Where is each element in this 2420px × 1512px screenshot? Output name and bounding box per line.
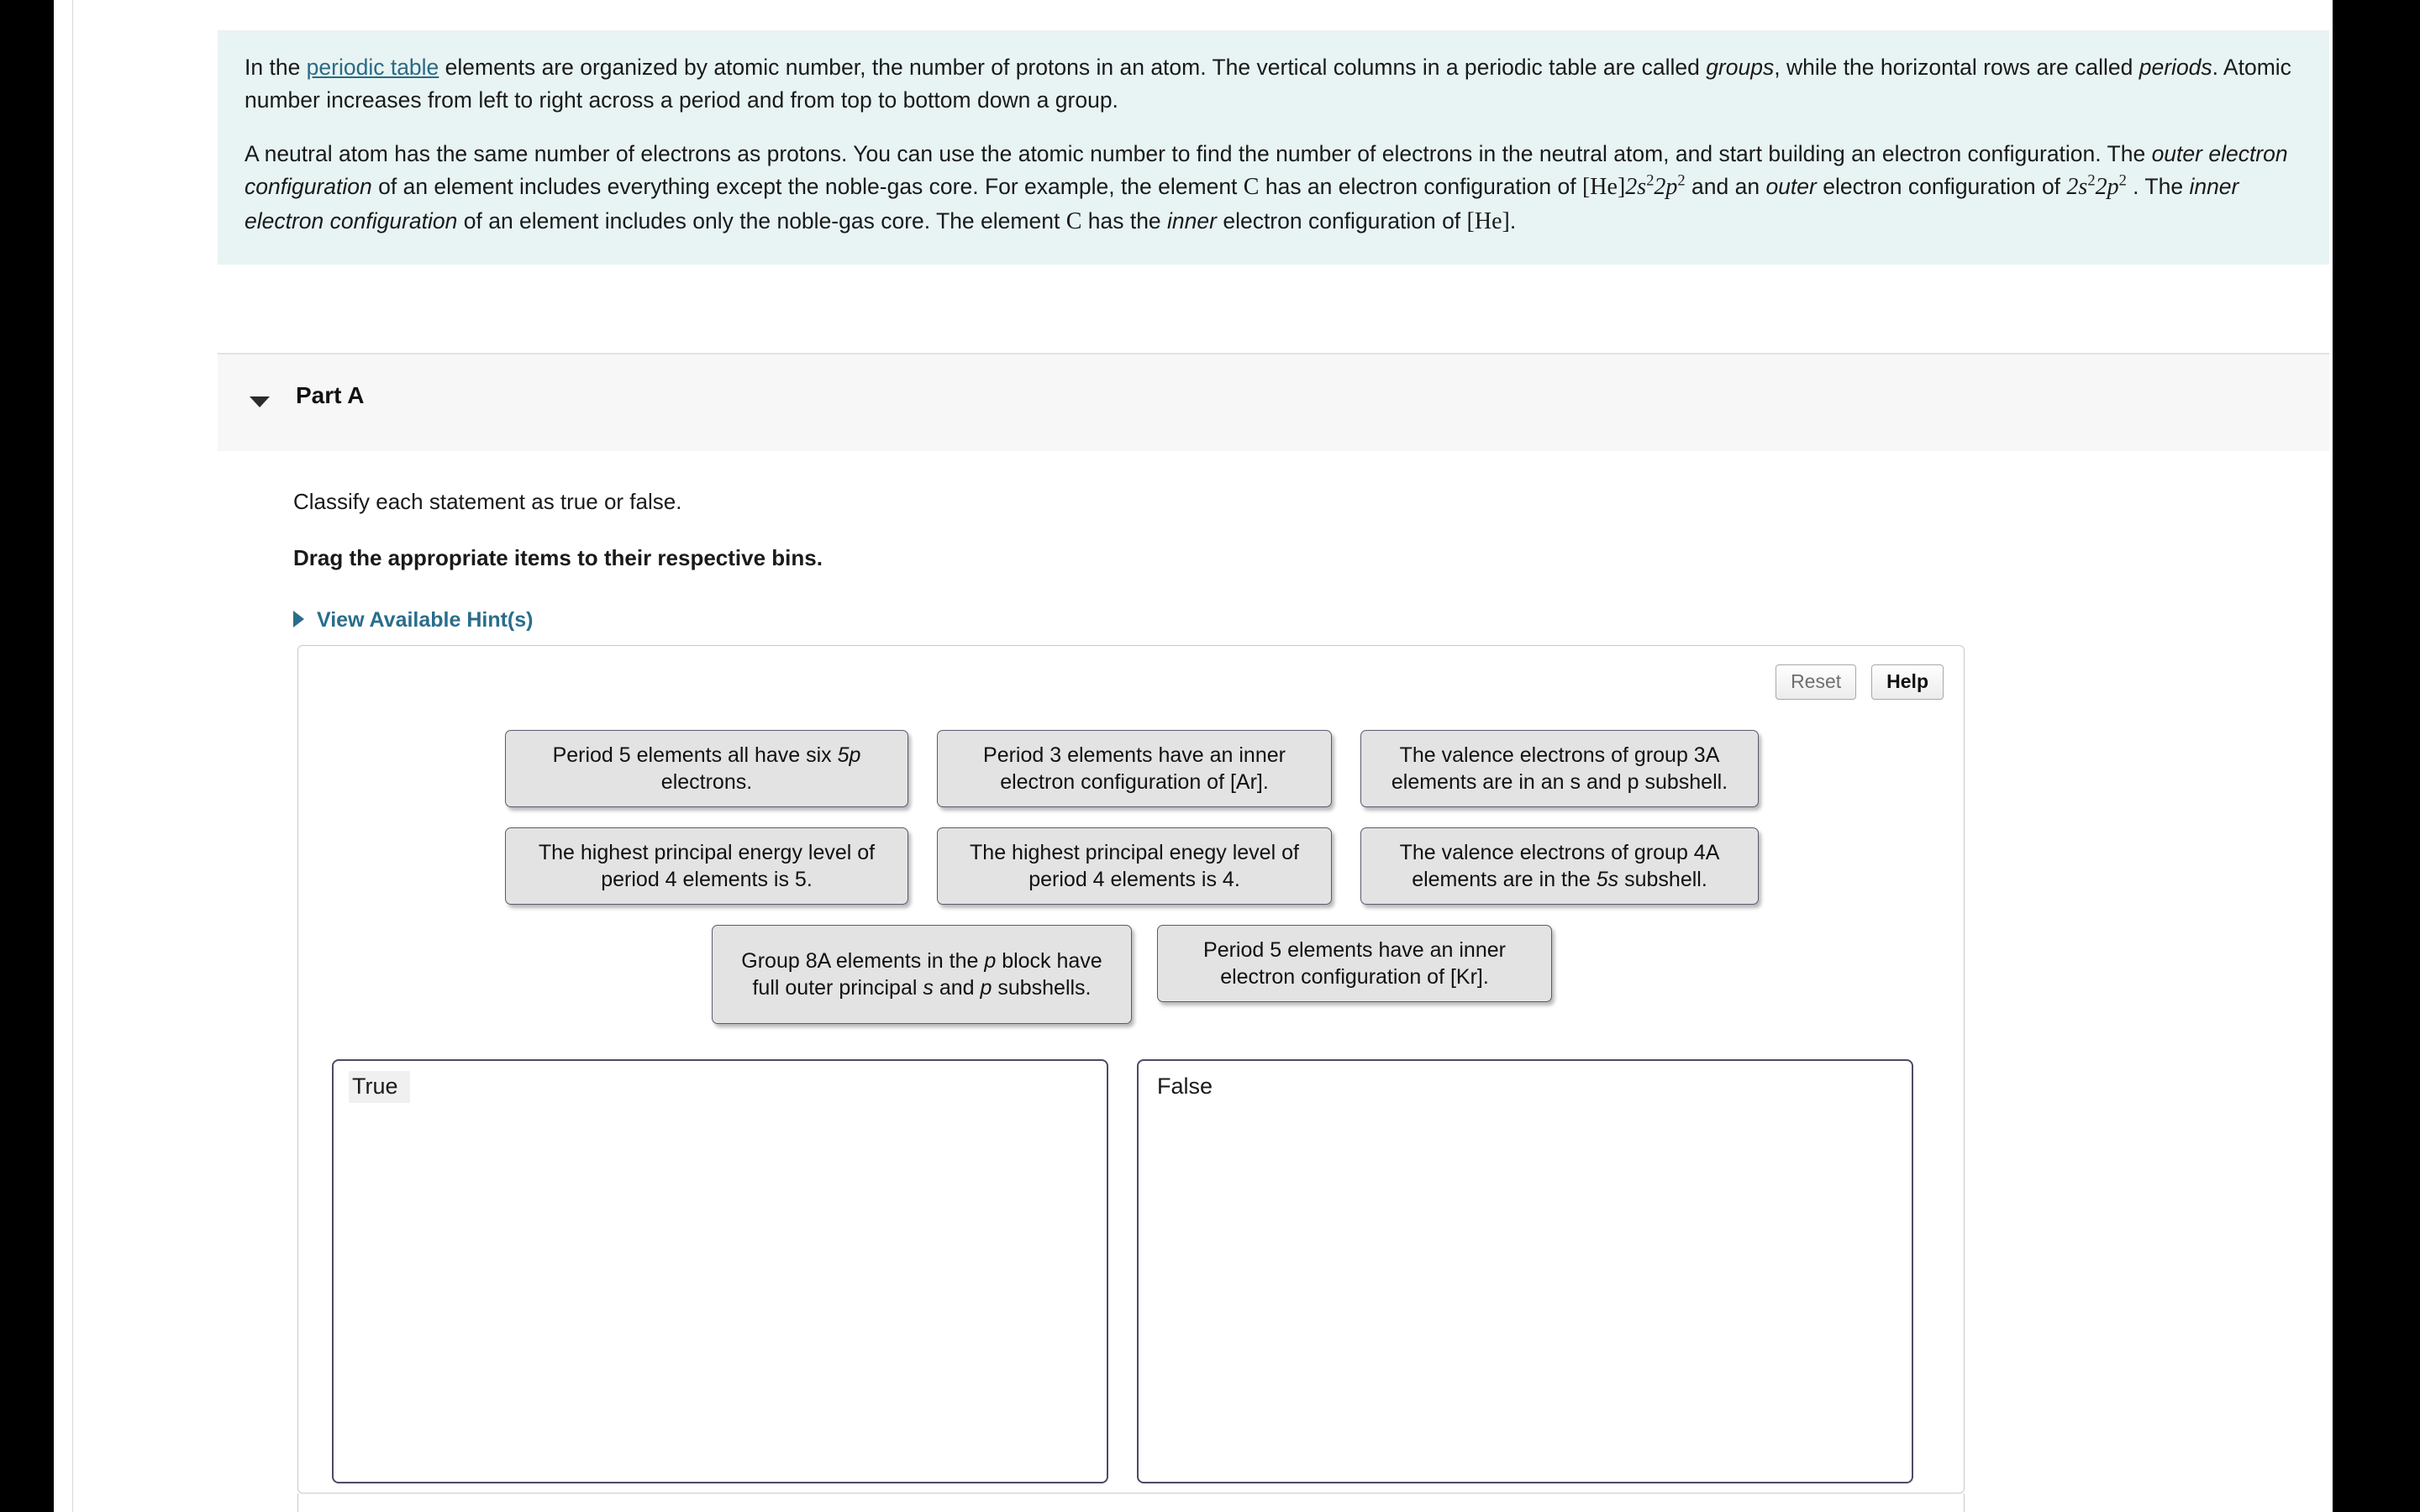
draggable-item-1-label: Period 5 elements all have six 5p electr… xyxy=(552,743,861,795)
intro-panel: In the periodic table elements are organ… xyxy=(218,30,2329,265)
screenshot-root: In the periodic table elements are organ… xyxy=(0,0,2420,1512)
intro-paragraph-1: In the periodic table elements are organ… xyxy=(245,51,2302,116)
help-button[interactable]: Help xyxy=(1871,664,1944,700)
intro-p2-text-b: of an element includes everything except… xyxy=(371,174,1244,200)
drag-drop-answer-area: Reset Help Period 5 elements all have si… xyxy=(297,645,1965,1494)
draggable-item-7-label: Group 8A elements in the p block have fu… xyxy=(741,948,1102,1000)
triangle-right-icon xyxy=(293,611,304,628)
element-carbon-symbol-2: C xyxy=(1065,207,1082,234)
caret-down-icon[interactable] xyxy=(250,396,270,407)
letterbox-left xyxy=(0,0,54,1512)
math-2s2-2p2: 2s22p2 xyxy=(2066,171,2127,201)
intro-p1-text-a: In the xyxy=(245,55,307,80)
periodic-table-link[interactable]: periodic table xyxy=(307,55,439,80)
intro-p2-outer-word: outer xyxy=(1765,174,1817,200)
drop-bin-false-label: False xyxy=(1157,1074,1213,1099)
draggable-item-3[interactable]: The valence electrons of group 3A elemen… xyxy=(1360,730,1759,807)
part-a-header[interactable]: Part A xyxy=(218,353,2329,451)
intro-p2-text-e: electron configuration of xyxy=(1816,174,2067,200)
intro-p1-text-b: elements are organized by atomic number,… xyxy=(439,55,1707,80)
tile-row-1: Period 5 elements all have six 5p electr… xyxy=(298,730,1965,807)
draggable-item-1[interactable]: Period 5 elements all have six 5p electr… xyxy=(505,730,908,807)
intro-p2-text-c: has an electron configuration of xyxy=(1259,174,1582,200)
intro-p1-text-c: , while the horizontal rows are called xyxy=(1774,55,2139,80)
intro-p2-text-j: . xyxy=(1509,207,1517,234)
answer-toolbar: Reset Help xyxy=(1776,664,1944,700)
intro-p2-text-g: of an element includes only the noble-ga… xyxy=(457,207,1066,234)
drop-bin-false[interactable]: False xyxy=(1137,1059,1913,1483)
view-hints-link[interactable]: View Available Hint(s) xyxy=(293,608,533,633)
intro-p1-periods-emphasis: periods xyxy=(2139,55,2212,80)
draggable-item-7[interactable]: Group 8A elements in the p block have fu… xyxy=(712,925,1132,1024)
tile-row-3: Group 8A elements in the p block have fu… xyxy=(298,925,1965,1024)
math-he-bracket: [He] xyxy=(1466,207,1510,234)
intro-p2-text-f: . The xyxy=(2126,174,2190,200)
intro-p2-inner-word: inner xyxy=(1167,207,1217,234)
drop-bin-true-label: True xyxy=(349,1071,410,1103)
draggable-item-2[interactable]: Period 3 elements have an inner electron… xyxy=(937,730,1332,807)
intro-p2-text-h: has the xyxy=(1081,207,1168,234)
intro-p2-text-i: electron configuration of xyxy=(1216,207,1467,234)
draggable-item-6-label: The valence electrons of group 4A elemen… xyxy=(1399,840,1720,892)
drop-bin-true[interactable]: True xyxy=(332,1059,1108,1483)
answer-area-bottom-edge xyxy=(297,1494,1965,1512)
part-a-title: Part A xyxy=(296,382,365,408)
math-he-2s2-2p2: [He]2s22p2 xyxy=(1581,171,1686,201)
intro-p1-groups-emphasis: groups xyxy=(1706,55,1775,80)
tile-row-2: The highest principal energy level of pe… xyxy=(298,827,1965,905)
drop-bins: True False xyxy=(332,1059,1913,1483)
intro-p2-text-d: and an xyxy=(1685,174,1766,200)
draggable-item-8[interactable]: Period 5 elements have an inner electron… xyxy=(1157,925,1552,1002)
page-canvas: In the periodic table elements are organ… xyxy=(54,0,2333,1512)
element-carbon-symbol-1: C xyxy=(1243,174,1260,201)
question-instruction: Drag the appropriate items to their resp… xyxy=(293,545,823,570)
draggable-item-4[interactable]: The highest principal energy level of pe… xyxy=(505,827,908,905)
draggable-item-5[interactable]: The highest principal enegy level of per… xyxy=(937,827,1332,905)
view-hints-label: View Available Hint(s) xyxy=(317,608,534,632)
draggable-tiles-tray: Period 5 elements all have six 5p electr… xyxy=(298,730,1965,1044)
left-rail xyxy=(54,0,73,1512)
reset-button[interactable]: Reset xyxy=(1776,664,1857,700)
question-prompt: Classify each statement as true or false… xyxy=(293,489,682,514)
intro-p2-text-a: A neutral atom has the same number of el… xyxy=(245,141,2152,167)
letterbox-right xyxy=(2333,0,2420,1512)
intro-paragraph-2: A neutral atom has the same number of el… xyxy=(245,138,2302,239)
draggable-item-6[interactable]: The valence electrons of group 4A elemen… xyxy=(1360,827,1759,905)
question-body: Classify each statement as true or false… xyxy=(218,470,2329,633)
